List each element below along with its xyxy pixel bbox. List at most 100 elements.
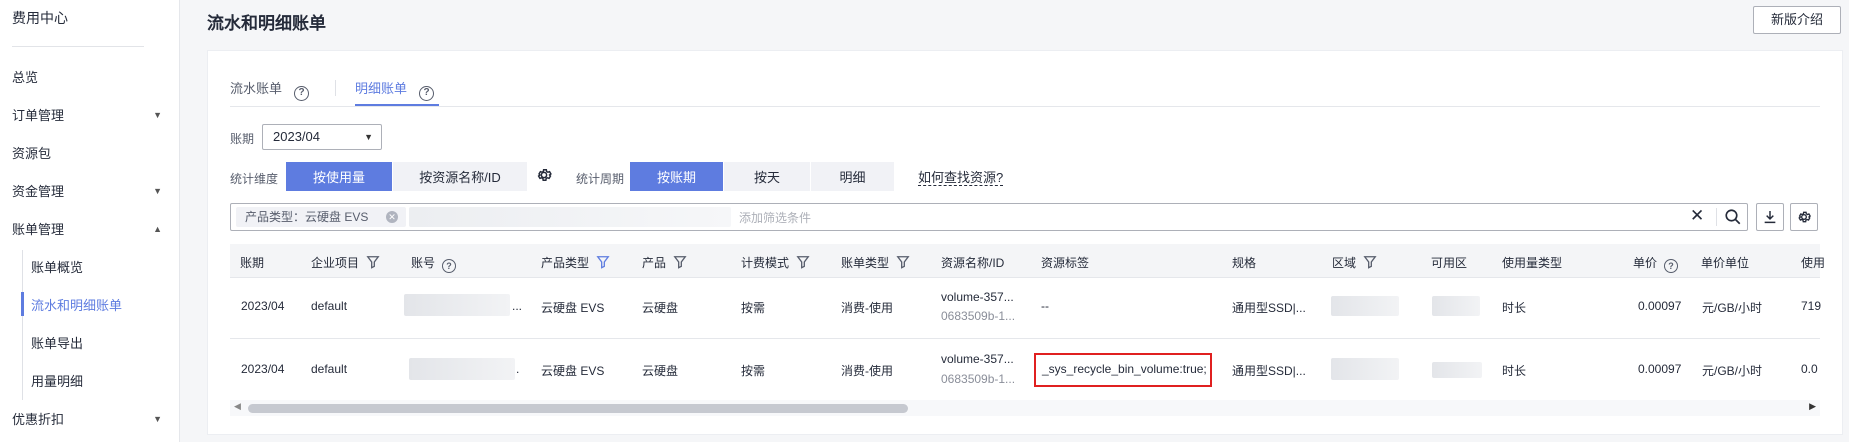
sidebar-subitem-transactions-details[interactable]: 流水和明细账单 [31,295,171,317]
sidebar-item-label: 优惠折扣 [12,412,65,427]
dimension-by-usage[interactable]: 按使用量 [286,162,392,191]
download-button[interactable] [1756,203,1784,231]
clear-filters-icon[interactable]: ✕ [1690,206,1704,226]
cell-resource-id: 0683509b-1... [941,309,1016,323]
sidebar-item-resource-packages[interactable]: 资源包 [12,143,172,165]
scroll-right-icon[interactable]: ▶ [1809,401,1816,412]
cell-bill-type: 消费-使用 [841,364,893,378]
scroll-left-icon[interactable]: ◀ [234,401,241,412]
redacted-account [409,358,515,380]
column-header-label: 资源标签 [1041,256,1090,270]
period-label: 账期 [230,132,255,146]
redacted-az [1432,362,1482,378]
column-header-spec: 规格 [1232,254,1256,271]
filter-icon[interactable] [673,255,687,269]
sidebar-subitem-bill-export[interactable]: 账单导出 [31,333,171,355]
filter-icon[interactable] [1363,255,1377,269]
cell-unit-price: 0.00097 [1638,362,1682,376]
column-header-project[interactable]: 企业项目 [311,254,380,271]
sidebar-item-overview[interactable]: 总览 [12,67,172,89]
tab-detail-bills[interactable]: 明细账单? [355,78,435,101]
sidebar-subitem-label: 用量明细 [31,374,84,389]
column-header-label: 单价 [1633,256,1658,270]
cell-resource-name[interactable]: volume-357... [941,290,1014,304]
chevron-down-icon: ▼ [364,132,373,142]
cell-product-type: 云硬盘 EVS [541,364,605,378]
sidebar-item-discounts[interactable]: 优惠折扣 ▼ [12,409,172,431]
column-header-billing-mode[interactable]: 计费模式 [741,254,810,271]
redacted-region [1331,296,1399,316]
column-header-bill-type[interactable]: 账单类型 [841,254,910,271]
table-settings-button[interactable] [1790,203,1818,231]
cycle-by-day[interactable]: 按天 [724,162,810,191]
column-header-product[interactable]: 产品 [642,254,687,271]
cell-product: 云硬盘 [642,364,679,378]
cell-usage-type: 时长 [1502,364,1527,378]
add-filter-placeholder[interactable]: 添加筛选条件 [739,209,811,226]
column-header-label: 使用 [1801,256,1826,270]
gear-icon [1798,211,1812,223]
cycle-by-period[interactable]: 按账期 [630,162,723,191]
row-divider [230,338,1820,339]
column-header-label: 账号 [411,256,436,270]
column-header-label: 区域 [1332,256,1357,270]
help-icon[interactable]: ? [442,259,457,273]
cycle-label: 统计周期 [576,172,625,186]
horizontal-scrollbar[interactable]: ◀ ▶ [230,400,1820,416]
redacted-account [404,294,510,316]
tab-label: 流水账单 [230,81,283,96]
column-header-region[interactable]: 区域 [1332,254,1377,271]
column-header-label: 资源名称/ID [941,256,1005,270]
help-icon[interactable]: ? [1664,259,1679,273]
new-intro-button[interactable]: 新版介绍 [1753,6,1841,34]
redacted-az [1432,296,1480,316]
cell-project: default [311,299,348,313]
sidebar-item-orders[interactable]: 订单管理 ▼ [12,105,172,127]
cell-product-type: 云硬盘 EVS [541,301,605,315]
sidebar-subitem-bill-overview[interactable]: 账单概览 [31,257,171,279]
sidebar-subitem-usage-details[interactable]: 用量明细 [31,371,171,393]
sidebar-item-label: 账单管理 [12,222,65,237]
search-icon[interactable] [1724,208,1742,226]
filter-icon[interactable] [796,255,810,269]
how-to-find-resource-link[interactable]: 如何查找资源? [918,170,1004,186]
filter-icon[interactable] [366,255,380,269]
filter-chip-label: 产品类型：云硬盘 EVS [245,210,369,224]
cell-resource-tag: _sys_recycle_bin_volume:true; [1042,362,1207,376]
close-icon[interactable]: ✕ [386,211,398,223]
gear-icon[interactable] [535,166,553,184]
tab-transaction-bills[interactable]: 流水账单? [230,78,310,101]
sidebar-item-billing[interactable]: 账单管理 ▲ [12,219,172,241]
sidebar-item-funds[interactable]: 资金管理 ▼ [12,181,172,203]
chevron-down-icon: ▼ [153,110,162,120]
tab-label: 明细账单 [355,81,408,96]
cell-usage: 0.0 [1801,362,1818,376]
column-header-label: 产品 [642,256,667,270]
cell-resource-name[interactable]: volume-357... [941,352,1014,366]
cell-spec: 通用型SSD|... [1232,301,1306,315]
cell-unit-price: 0.00097 [1638,299,1682,313]
cell-price-unit: 元/GB/小时 [1702,301,1763,315]
chevron-up-icon: ▲ [153,224,162,234]
help-icon[interactable]: ? [419,86,435,101]
row-divider [230,277,1820,278]
cell-resource-id: 0683509b-1... [941,372,1016,386]
cell-price-unit: 元/GB/小时 [1702,364,1763,378]
tabs-divider [230,106,1820,107]
cycle-detail[interactable]: 明细 [811,162,894,191]
period-select[interactable]: 2023/04 ▼ [262,124,382,150]
dimension-by-resource[interactable]: 按资源名称/ID [393,162,527,191]
column-header-product-type[interactable]: 产品类型 [541,254,610,271]
redacted-region [1331,358,1399,380]
sidebar-item-label: 订单管理 [12,108,65,123]
cell-billing-mode: 按需 [741,301,766,315]
help-icon[interactable]: ? [294,86,310,101]
cell-period: 2023/04 [241,299,285,313]
scrollbar-thumb[interactable] [248,404,908,413]
filter-active-icon[interactable] [596,255,610,269]
column-header-resource-name: 资源名称/ID [941,254,1004,271]
column-header-label: 企业项目 [311,256,360,270]
filter-icon[interactable] [896,255,910,269]
filter-chip-product-type[interactable]: 产品类型：云硬盘 EVS ✕ [236,207,406,227]
column-header-account: 账号? [411,254,457,273]
